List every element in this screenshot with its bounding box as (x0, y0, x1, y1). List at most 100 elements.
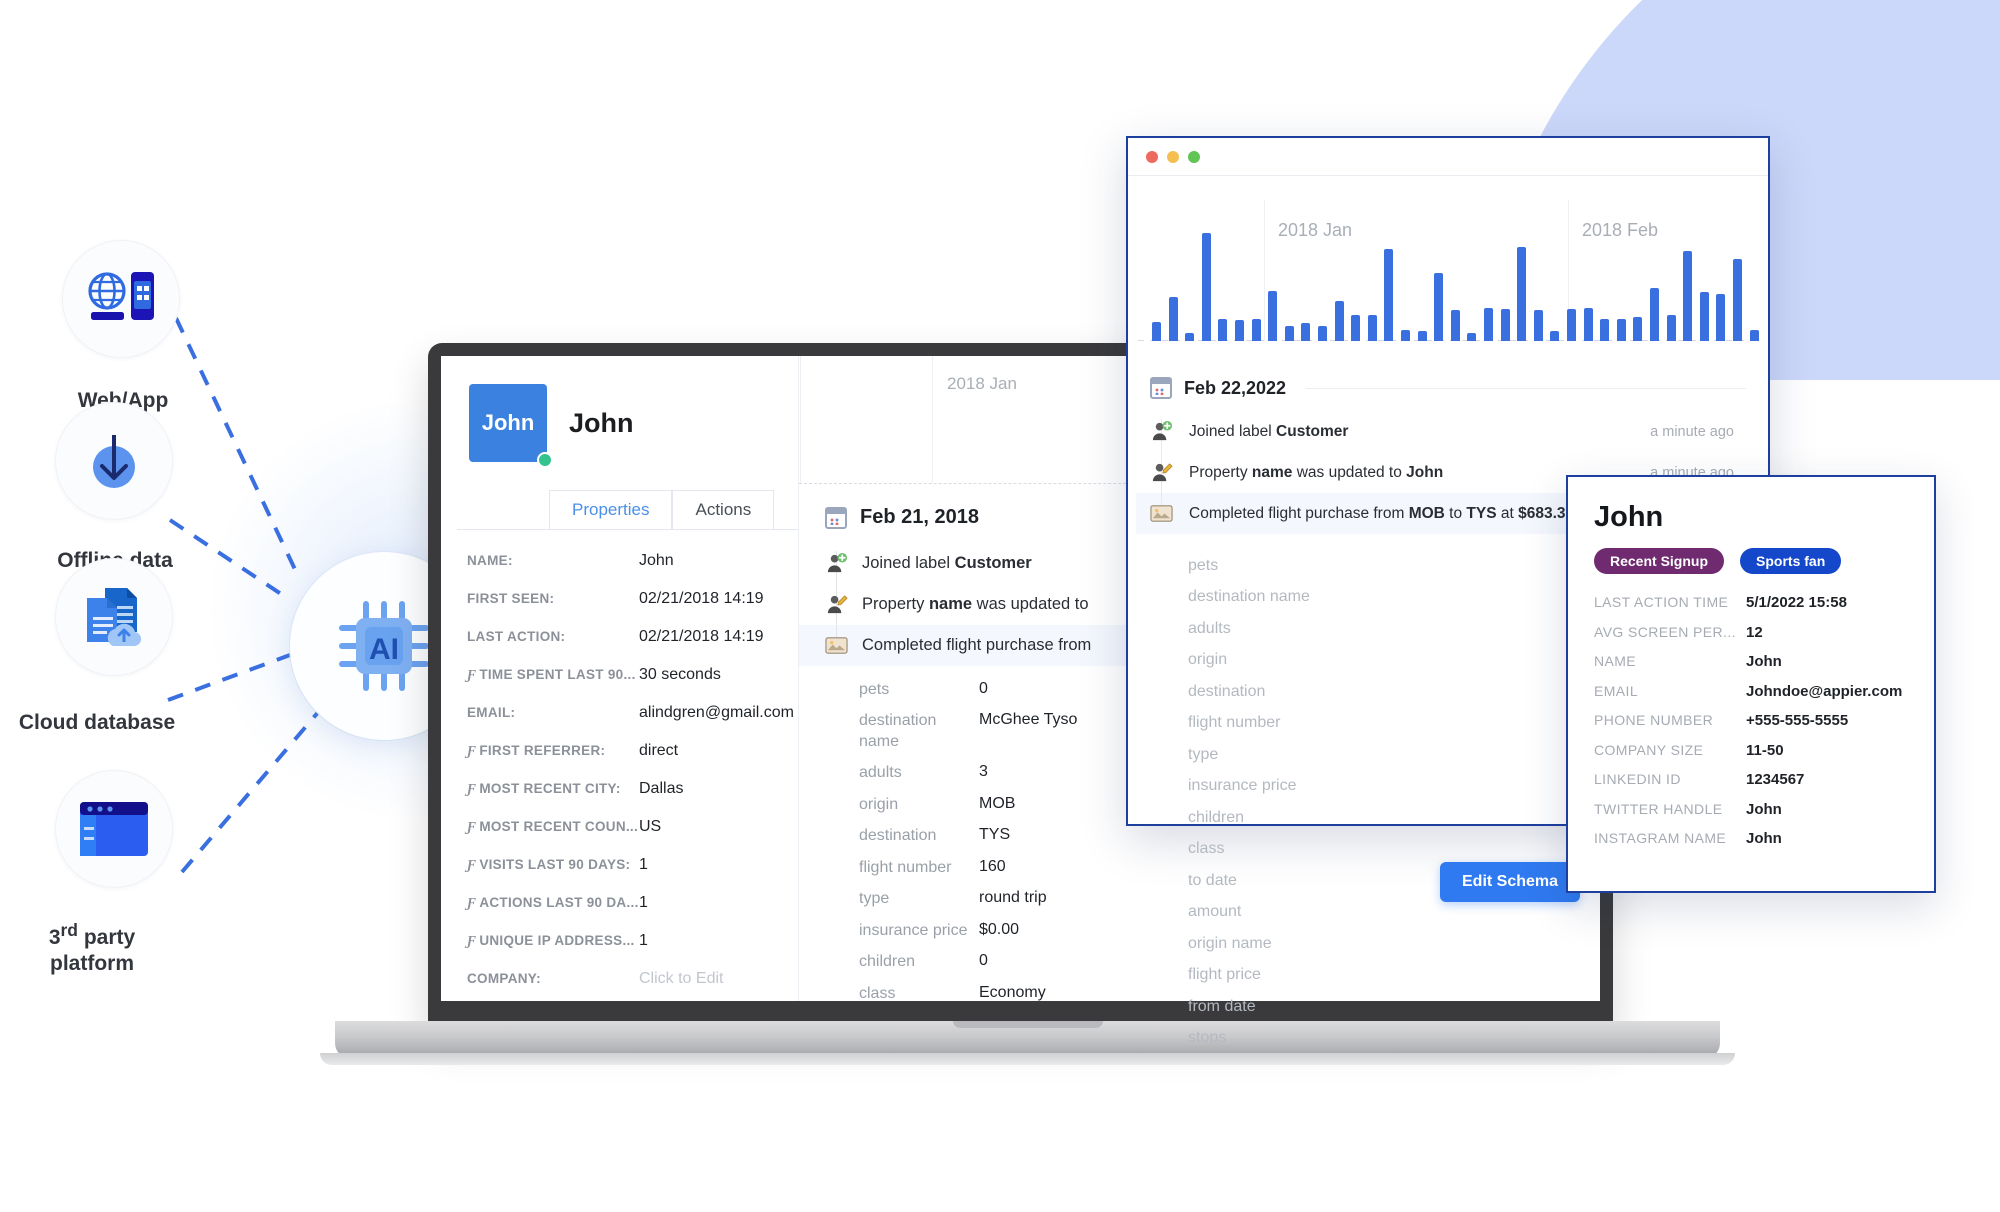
online-status-dot (537, 452, 553, 468)
source-node-offline-data[interactable] (55, 402, 173, 520)
profile-property-key: NAME: (467, 553, 513, 568)
calendar-icon (1150, 377, 1172, 399)
profile-panel: John John Properties Actions NAME: John FI… (441, 356, 799, 1001)
detail-card-row: PHONE NUMBER +555-555-5555 (1594, 712, 1908, 729)
detail-card-row: COMPANY SIZE 11-50 (1594, 742, 1908, 759)
event-property-value: 0 (979, 680, 988, 697)
chart-bar[interactable] (1567, 309, 1576, 341)
profile-property-row: FIRST SEEN: 02/21/2018 14:19 (467, 590, 798, 608)
purchase-icon (825, 634, 848, 657)
source-node-third-party[interactable] (55, 770, 173, 888)
popup-schema-key: amount (1188, 903, 1242, 921)
event-property-value: 3 (979, 763, 988, 781)
maximize-icon[interactable] (1188, 150, 1200, 163)
chart-bar[interactable] (1168, 296, 1178, 341)
profile-property-row: NAME: John (467, 552, 798, 570)
chart-bar[interactable] (1666, 314, 1676, 341)
chart-bar[interactable] (1198, 218, 1214, 342)
minimize-icon[interactable] (1167, 150, 1179, 163)
chart-bar[interactable] (1434, 272, 1444, 341)
status-badge[interactable]: Sports fan (1740, 548, 1842, 574)
event-property-key: flight number (859, 858, 952, 876)
page-root: Web/App Offline data Cloud database (0, 0, 2000, 1212)
chart-bar[interactable] (1218, 318, 1228, 341)
event-property-value: 160 (979, 857, 1006, 875)
chart-bar[interactable] (1351, 314, 1361, 341)
detail-card-key: COMPANY SIZE (1594, 741, 1704, 758)
chart-bar[interactable] (1749, 329, 1759, 341)
detail-card-key: LAST ACTION TIME (1594, 594, 1729, 610)
chart-bar[interactable] (1633, 317, 1643, 341)
avatar: John (469, 384, 553, 468)
profile-property-value: 1 (639, 894, 648, 911)
timeline-event-text: Property name was updated to (862, 595, 1089, 613)
chart-bar[interactable] (1185, 332, 1195, 341)
chart-bar[interactable] (1334, 300, 1344, 341)
chart-bar[interactable] (1152, 321, 1161, 341)
chart-bar[interactable] (1616, 318, 1626, 341)
ai-chip-icon: AI (339, 601, 429, 691)
event-property-key: class (859, 984, 896, 1001)
popup-event-text: Joined label Customer (1189, 422, 1349, 440)
profile-property-key: ƒ FIRST REFERRER: (467, 743, 606, 758)
source-node-web-app[interactable] (62, 240, 180, 358)
chart-bar[interactable] (1650, 288, 1659, 341)
chart-bar[interactable] (1318, 325, 1327, 341)
header-divider (1306, 387, 1746, 389)
source-node-cloud-database[interactable] (55, 558, 173, 676)
profile-property-value: John (639, 552, 674, 569)
chart-bar[interactable] (1533, 310, 1543, 341)
chart-bar[interactable] (1683, 250, 1693, 341)
edit-schema-button[interactable]: Edit Schema (1440, 862, 1581, 902)
popup-titlebar (1128, 138, 1768, 176)
popup-event-item[interactable]: Joined label Customer a minute ago (1150, 411, 1746, 452)
detail-card-value: 5/1/2022 15:58 (1746, 594, 1847, 611)
event-property-key: destination (859, 827, 937, 845)
chart-bar[interactable] (1417, 331, 1427, 341)
chart-bar[interactable] (1733, 259, 1742, 341)
chart-bar[interactable] (1401, 329, 1410, 341)
profile-property-key: EMAIL: (467, 705, 516, 720)
chart-bar[interactable] (1484, 307, 1493, 341)
profile-property-row: COMPANY: Click to Edit (467, 970, 798, 988)
close-icon[interactable] (1146, 150, 1158, 163)
chart-bar[interactable] (1235, 320, 1244, 341)
chart-bar[interactable] (1268, 291, 1278, 341)
chart-bar[interactable] (1284, 325, 1294, 341)
chart-bar[interactable] (1301, 322, 1311, 341)
chart-bar[interactable] (1600, 318, 1610, 341)
event-property-value: McGhee Tyso (979, 711, 1078, 729)
download-arrow-icon (93, 435, 135, 488)
chart-bar[interactable] (1450, 310, 1460, 341)
detail-card-key: PHONE NUMBER (1594, 712, 1714, 728)
profile-property-value: 1 (639, 932, 648, 949)
chart-bar[interactable] (1583, 307, 1593, 341)
tab-properties[interactable]: Properties (549, 490, 673, 529)
tab-actions[interactable]: Actions (672, 490, 775, 529)
chart-bar[interactable] (1500, 309, 1510, 341)
status-badge[interactable]: Recent Signup (1594, 548, 1725, 574)
detail-card-row: EMAIL Johndoe@appier.com (1594, 683, 1908, 700)
profile-property-value: 02/21/2018 14:19 (639, 590, 764, 607)
chart-bar[interactable] (1699, 292, 1709, 341)
user-edit-icon (825, 593, 848, 616)
chart-bar[interactable] (1251, 318, 1261, 341)
chart-bar[interactable] (1367, 314, 1377, 341)
detail-card-value: 11-50 (1746, 741, 1784, 759)
detail-card-row: TWITTER HANDLE John (1594, 801, 1908, 818)
chart-bar[interactable] (1550, 331, 1560, 341)
chart-bar[interactable] (1517, 246, 1527, 341)
chart-bar[interactable] (1716, 293, 1726, 341)
timeline-date: Feb 21, 2018 (860, 506, 979, 528)
event-property-key: pets (859, 681, 890, 698)
profile-property-editable-value[interactable]: Click to Edit (639, 970, 723, 988)
source-label-third-party: 3rd party platform (0, 920, 207, 976)
profile-property-value: 1 (639, 856, 648, 873)
chart-bar[interactable] (1467, 332, 1477, 341)
detail-card-value: John (1746, 830, 1782, 847)
detail-card-key: AVG SCREEN PER... (1594, 623, 1736, 640)
chart-bar[interactable] (1384, 249, 1394, 341)
detail-card-row: LAST ACTION TIME 5/1/2022 15:58 (1594, 594, 1908, 611)
popup-feed-date: Feb 22,2022 (1184, 377, 1287, 398)
profile-property-value: Dallas (639, 780, 684, 797)
